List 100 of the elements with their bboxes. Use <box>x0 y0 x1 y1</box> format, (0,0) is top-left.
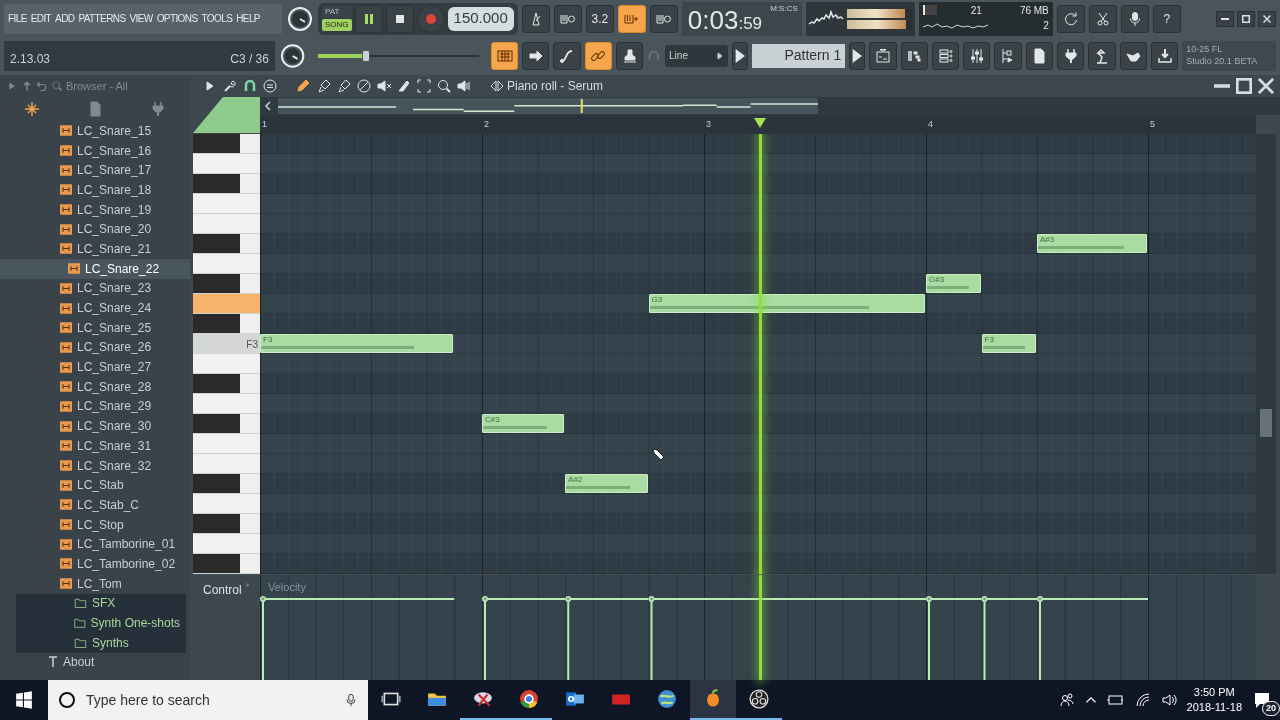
note-block[interactable]: A#3 <box>1037 234 1147 253</box>
velocity-stem[interactable] <box>648 596 927 680</box>
menu-item[interactable]: VIEW <box>129 11 153 26</box>
browser-item[interactable]: LC_Snare_22 <box>0 258 190 279</box>
download-button[interactable] <box>1151 41 1179 70</box>
tempo-field[interactable]: 150.000 <box>447 6 514 31</box>
note-block[interactable]: F3 <box>260 334 454 353</box>
next-button[interactable] <box>849 41 866 70</box>
forbidden-icon[interactable] <box>356 78 372 94</box>
velocity-stem[interactable] <box>482 596 567 680</box>
piano-key[interactable] <box>193 514 260 534</box>
volume-slider[interactable] <box>318 49 479 62</box>
browser-item[interactable]: About <box>0 652 190 673</box>
comb-circle-button[interactable] <box>553 4 582 33</box>
taskbar-app[interactable] <box>690 680 736 720</box>
velocity-stem[interactable] <box>1037 596 1149 680</box>
maximize-icon[interactable] <box>1236 78 1252 94</box>
zoom-icon[interactable] <box>436 78 452 94</box>
toolbar-button[interactable]: 3.2 <box>585 4 614 33</box>
mute-icon[interactable] <box>376 78 392 94</box>
menu-item[interactable]: OPTIONS <box>156 11 198 26</box>
arrow-button[interactable] <box>522 41 550 70</box>
minimize-button[interactable] <box>1216 10 1234 27</box>
piano-key[interactable] <box>193 554 260 574</box>
menu-item[interactable]: ADD <box>55 11 75 26</box>
playhead-marker-icon[interactable] <box>753 118 766 128</box>
sliders-button[interactable] <box>963 41 991 70</box>
browser-item[interactable]: LC_Stab_C <box>0 495 190 515</box>
chevron-left-icon[interactable] <box>263 101 273 111</box>
link-button[interactable] <box>584 41 613 70</box>
wifi-icon[interactable] <box>1134 692 1151 708</box>
browser-item[interactable]: Synths <box>16 632 186 653</box>
browser-item[interactable]: LC_Stop <box>0 514 190 535</box>
note-block[interactable]: G#3 <box>926 274 981 293</box>
piano-key[interactable] <box>193 414 260 434</box>
note-grid[interactable]: A#3 G#3 G3 F3 F3 C#3 A#2 <box>260 134 1256 574</box>
search-box[interactable]: Type here to search <box>48 680 368 720</box>
browser-item[interactable]: LC_Snare_23 <box>0 278 190 299</box>
note-block[interactable]: G3 <box>648 294 925 313</box>
browser-item[interactable]: Synth One-shots <box>16 613 186 633</box>
browser-item[interactable]: LC_Snare_25 <box>0 317 190 338</box>
piano-key[interactable] <box>193 274 260 294</box>
close-button[interactable] <box>1258 10 1276 27</box>
mode-toggle[interactable]: SONG <box>322 19 352 31</box>
menu-item[interactable]: HELP <box>236 11 260 26</box>
comb-plus-button[interactable] <box>617 4 646 33</box>
note-block[interactable]: F3 <box>981 334 1036 353</box>
curve-button[interactable] <box>553 41 581 70</box>
close-icon[interactable] <box>1258 78 1274 94</box>
menu-item[interactable]: TOOLS <box>201 11 233 26</box>
news-panel[interactable]: 10-25 FL Studio 20.1 BETA <box>1182 40 1276 71</box>
control-label[interactable]: Control <box>203 581 242 680</box>
browser-item[interactable]: LC_Snare_24 <box>0 298 190 318</box>
stop-button[interactable] <box>385 4 414 33</box>
piano-key[interactable] <box>193 134 260 154</box>
circle-lines-icon[interactable] <box>262 78 278 94</box>
snap-dropdown[interactable]: Line <box>665 44 728 67</box>
velocity-stem[interactable] <box>260 596 456 680</box>
browser-item[interactable]: LC_Tamborine_01 <box>0 534 190 555</box>
previous-button[interactable] <box>731 41 748 70</box>
brush-icon[interactable] <box>336 78 352 94</box>
browser-item[interactable]: LC_Snare_19 <box>0 199 190 220</box>
menu-item[interactable]: PATTERNS <box>78 11 126 26</box>
menu-item[interactable]: EDIT <box>30 11 52 26</box>
clock[interactable]: 3:50 PM 2018-11-18 <box>1186 685 1242 715</box>
velocity-stem[interactable] <box>981 596 1038 680</box>
comb-circle-button[interactable] <box>649 4 678 33</box>
brush-icon[interactable] <box>316 78 332 94</box>
list-button[interactable] <box>931 41 960 70</box>
browser-item[interactable]: LC_Snare_27 <box>0 357 190 377</box>
hand-button[interactable] <box>1119 41 1148 70</box>
search-field[interactable]: Type here to search <box>84 688 336 712</box>
knife-icon[interactable] <box>396 78 412 94</box>
wrench-icon[interactable] <box>222 78 238 94</box>
browser-item[interactable]: SFX <box>16 593 186 614</box>
note-block[interactable]: A#2 <box>565 474 648 493</box>
piano-key[interactable] <box>193 374 260 394</box>
volume-icon[interactable] <box>1160 692 1177 708</box>
stamp-button[interactable] <box>616 41 644 70</box>
window-button[interactable] <box>869 41 897 70</box>
help-button[interactable]: ? <box>1152 4 1181 33</box>
document-icon[interactable] <box>87 101 103 117</box>
pencil-icon[interactable] <box>295 78 311 94</box>
plug-button[interactable] <box>1057 41 1085 70</box>
browser-item[interactable]: LC_Snare_31 <box>0 436 190 456</box>
microphone-button[interactable] <box>1120 4 1149 33</box>
piano-key[interactable] <box>193 314 260 334</box>
browser-item[interactable]: LC_Snare_16 <box>0 140 190 161</box>
mode-toggle[interactable]: PAT <box>322 6 352 18</box>
plug-icon[interactable] <box>150 101 167 117</box>
browser-item[interactable]: LC_Snare_32 <box>0 455 190 476</box>
scissors-button[interactable] <box>1088 4 1117 33</box>
velocity-stem[interactable] <box>565 596 650 680</box>
browser-item[interactable]: LC_Stab <box>0 475 190 496</box>
refresh-button[interactable] <box>1056 4 1085 33</box>
selection-icon[interactable] <box>416 78 432 94</box>
scrollbar[interactable] <box>1256 134 1276 574</box>
speaker-icon[interactable] <box>456 78 472 94</box>
browser-item[interactable]: LC_Snare_21 <box>0 239 190 259</box>
pause-button[interactable] <box>354 4 383 33</box>
